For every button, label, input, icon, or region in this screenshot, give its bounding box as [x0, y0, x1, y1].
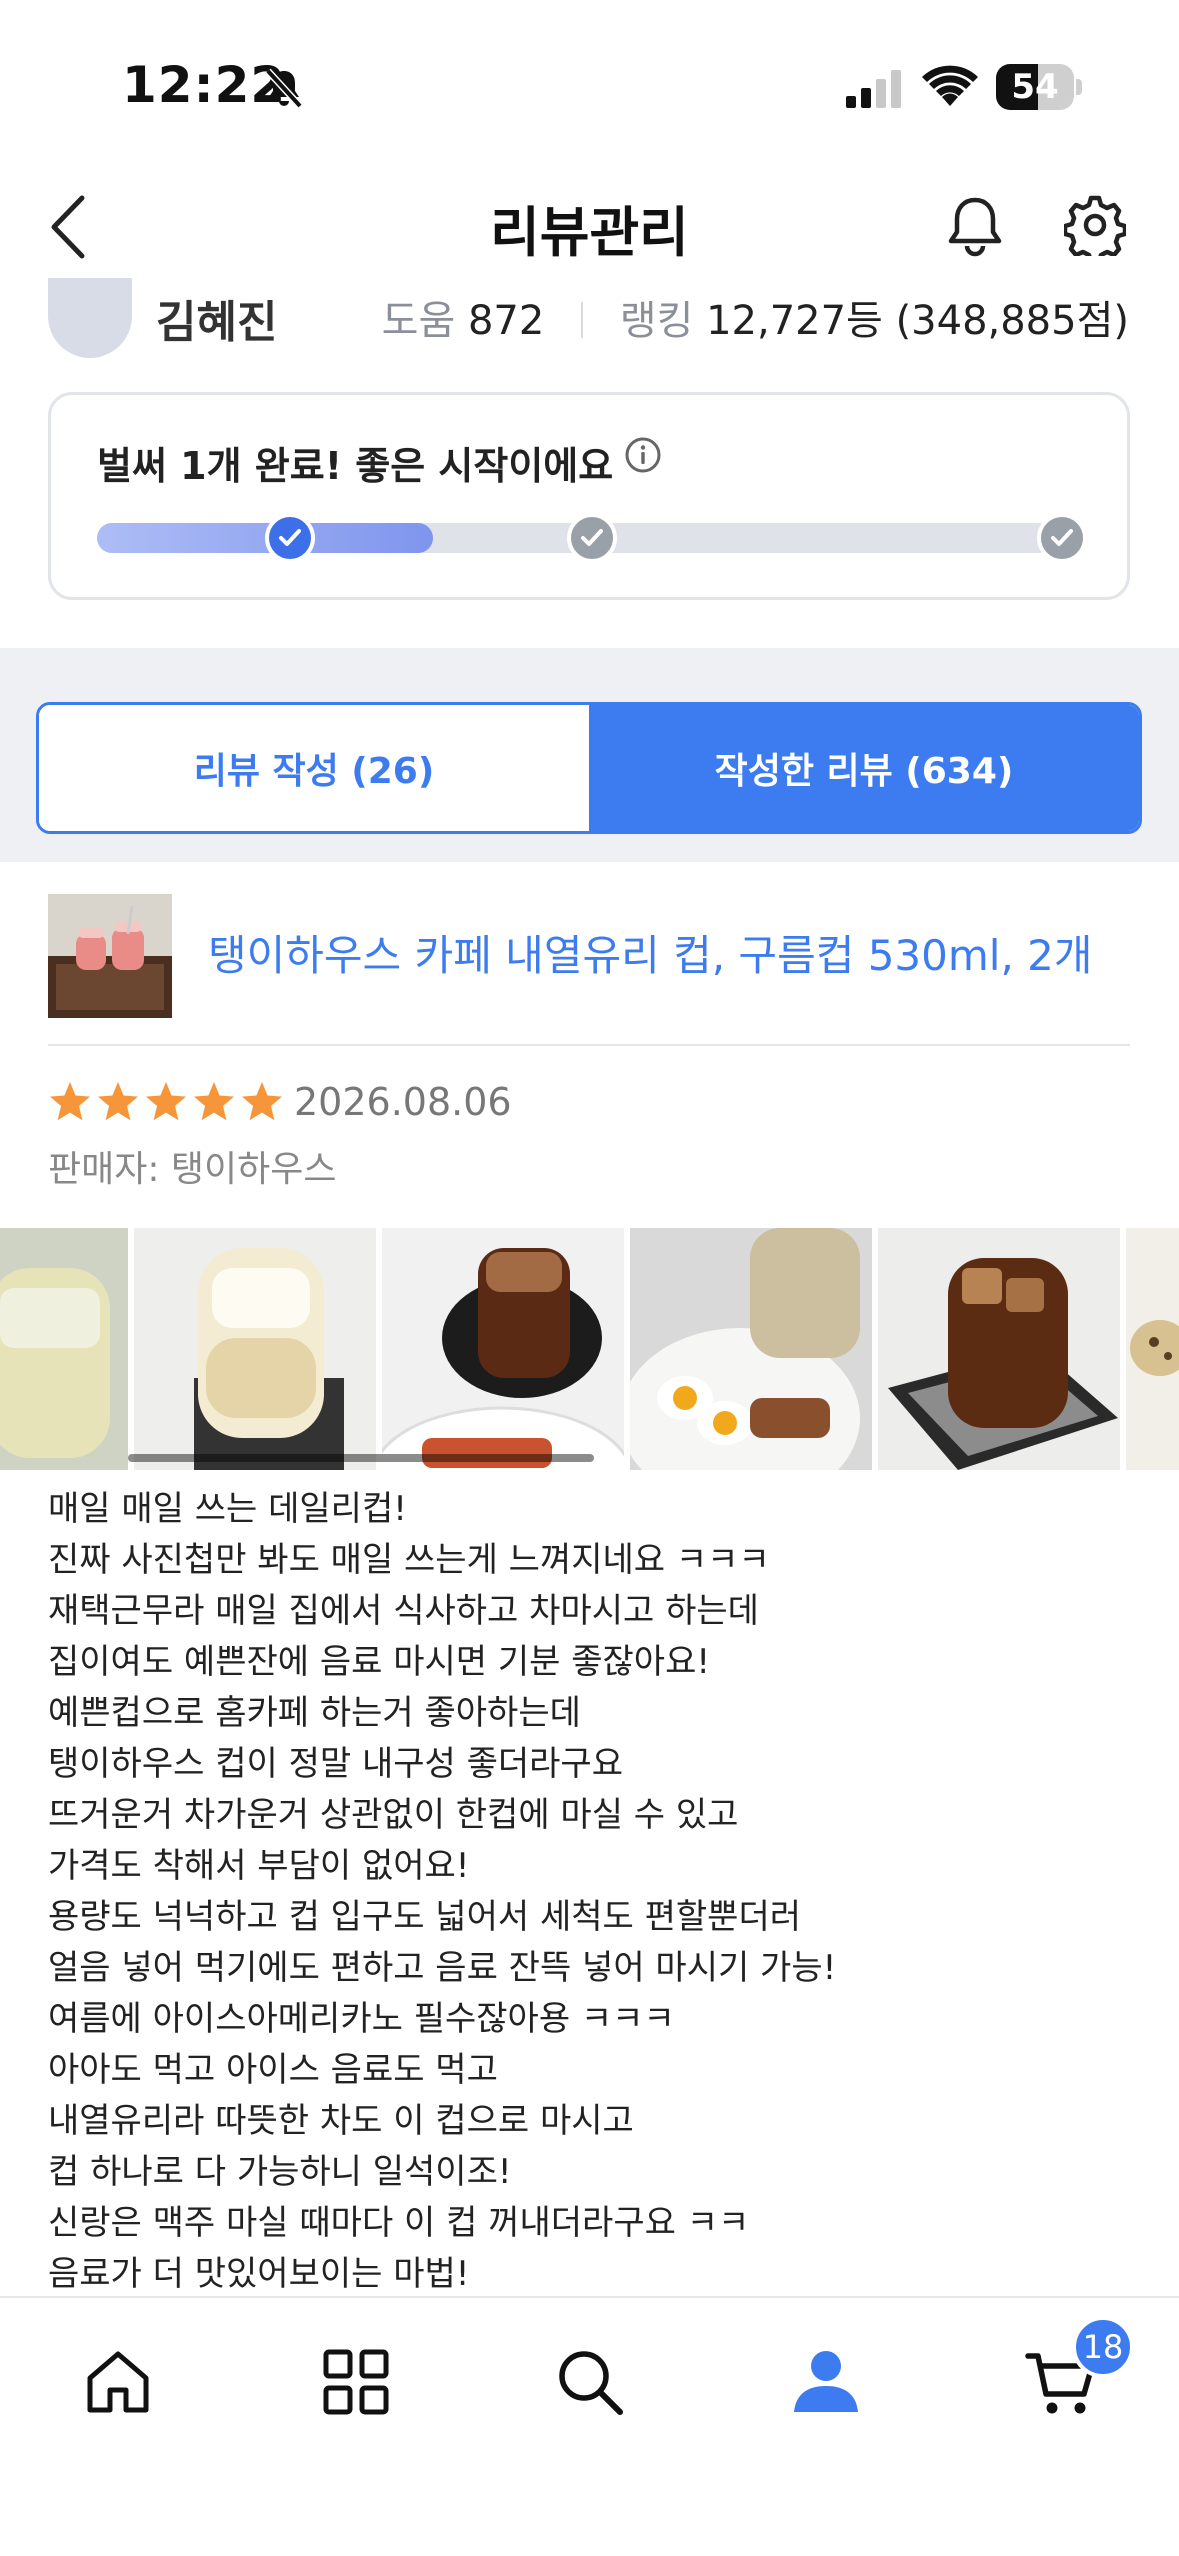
review-line: 컵 하나로 다 가능하니 일석이조! — [48, 2152, 512, 2192]
review-line: 여름에 아이스아메리카노 필수잖아용 ㅋㅋㅋ — [48, 1999, 675, 2039]
bell-slash-icon — [265, 68, 303, 109]
profile-summary: 김혜진 도움 872 랭킹 12,727등 (348,885점) — [0, 276, 1179, 358]
review-line: 내열유리라 따뜻한 차도 이 컵으로 마시고 — [48, 2101, 634, 2141]
settings-gear-icon[interactable] — [1064, 194, 1126, 256]
step-1-check-icon — [265, 513, 315, 563]
star-rating — [48, 1080, 284, 1128]
review-line: 신랑은 맥주 마실 때마다 이 컵 꺼내더라구요 ㅋㅋ — [48, 2203, 750, 2243]
review-photo[interactable] — [630, 1228, 872, 1470]
notification-bell-icon[interactable] — [944, 194, 1006, 260]
app-header: 리뷰관리 — [0, 170, 1179, 280]
my-page-icon — [794, 2351, 858, 2412]
cellular-signal-icon — [846, 70, 901, 108]
avatar[interactable] — [48, 278, 132, 358]
step-3-check-icon — [1037, 513, 1087, 563]
review-photo-strip[interactable] — [0, 1228, 1179, 1470]
product-thumbnail[interactable] — [48, 894, 172, 1018]
review-line: 뜨거운거 차가운거 상관없이 한컵에 마실 수 있고 — [48, 1795, 739, 1835]
review-line: 용량도 넉넉하고 컵 입구도 넓어서 세척도 편할뿐더러 — [48, 1897, 802, 1937]
section-divider — [48, 1044, 1130, 1046]
stats-divider — [581, 302, 584, 338]
review-line: 아아도 먹고 아이스 음료도 먹고 — [48, 2050, 498, 2090]
review-tabs: 리뷰 작성 (26) 작성한 리뷰 (634) — [36, 702, 1142, 834]
review-line: 재택근무라 매일 집에서 식사하고 차마시고 하는데 — [48, 1591, 759, 1631]
nav-search[interactable] — [552, 2344, 628, 2420]
tab-write-review[interactable]: 리뷰 작성 (26) — [39, 705, 589, 831]
nav-my-page[interactable] — [788, 2344, 864, 2420]
review-date: 2026.08.06 — [294, 1080, 512, 1124]
help-label: 도움 — [381, 298, 456, 344]
review-line: 탱이하우스 컵이 정말 내구성 좋더라구요 — [48, 1744, 623, 1784]
home-icon — [87, 2351, 149, 2413]
review-line: 예쁜컵으로 홈카페 하는거 좋아하는데 — [48, 1693, 581, 1733]
star-icon — [50, 1082, 90, 1121]
search-icon — [559, 2351, 623, 2415]
progress-track — [97, 513, 1087, 563]
wifi-icon — [922, 65, 978, 106]
review-progress-card: 벌써 1개 완료! 좋은 시작이에요 — [48, 392, 1130, 600]
review-photo[interactable] — [134, 1228, 376, 1470]
photo-strip-scrollbar[interactable] — [128, 1454, 594, 1462]
profile-stats: 도움 872 랭킹 12,727등 (348,885점) — [382, 288, 1129, 346]
nav-home[interactable] — [80, 2344, 156, 2420]
step-2-check-icon — [567, 513, 617, 563]
star-icon — [98, 1082, 138, 1121]
review-photo[interactable] — [1126, 1228, 1179, 1470]
status-bar: 12:22 54 — [0, 0, 1179, 170]
review-line: 가격도 착해서 부담이 없어요! — [48, 1846, 470, 1886]
rank-value: 12,727등 (348,885점) — [706, 298, 1129, 344]
review-line: 집이여도 예쁜잔에 음료 마시면 기분 좋잖아요! — [48, 1642, 710, 1682]
review-line: 얼음 넣어 먹기에도 편하고 음료 잔뜩 넣어 마시기 가능! — [48, 1948, 837, 1988]
review-line: 음료가 더 맛있어보이는 마법! — [48, 2254, 470, 2294]
battery-level: 54 — [1011, 67, 1059, 107]
review-photo[interactable] — [878, 1228, 1120, 1470]
categories-icon — [323, 2349, 389, 2415]
star-icon — [242, 1082, 282, 1121]
nav-categories[interactable] — [318, 2344, 394, 2420]
seller-name: 판매자: 탱이하우스 — [48, 1149, 337, 1190]
star-icon — [146, 1082, 186, 1121]
info-icon[interactable] — [623, 435, 663, 475]
tab-written-reviews[interactable]: 작성한 리뷰 (634) — [589, 705, 1139, 831]
battery-icon: 54 — [996, 64, 1082, 110]
product-title[interactable]: 탱이하우스 카페 내열유리 컵, 구름컵 530ml, 2개 — [208, 922, 1093, 983]
review-photo[interactable] — [382, 1228, 624, 1470]
review-line: 진짜 사진첩만 봐도 매일 쓰는게 느껴지네요 ㅋㅋㅋ — [48, 1540, 770, 1580]
help-count: 872 — [467, 298, 545, 344]
star-icon — [194, 1082, 234, 1121]
user-name: 김혜진 — [156, 297, 278, 348]
review-text: 매일 매일 쓰는 데일리컵! 진짜 사진첩만 봐도 매일 쓰는게 느껴지네요 ㅋㅋ… — [48, 1484, 1138, 2300]
review-line: 매일 매일 쓰는 데일리컵! — [48, 1489, 407, 1529]
review-photo[interactable] — [0, 1228, 128, 1470]
rank-label: 랭킹 — [619, 298, 694, 344]
cart-count-badge: 18 — [1072, 2316, 1134, 2378]
bottom-navigation — [0, 2296, 1179, 2556]
progress-title: 벌써 1개 완료! 좋은 시작이에요 — [97, 444, 614, 488]
